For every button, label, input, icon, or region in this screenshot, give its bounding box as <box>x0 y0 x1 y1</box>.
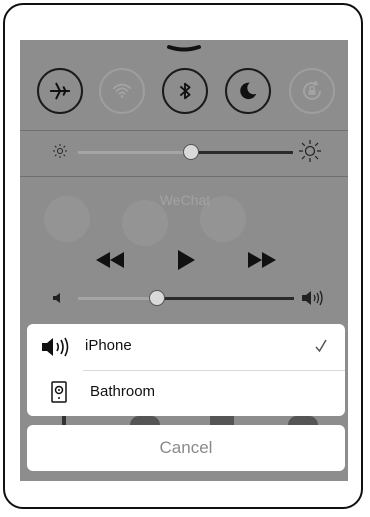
rotation-lock-icon <box>303 80 321 100</box>
bluetooth-icon <box>179 82 191 100</box>
background-ghost <box>288 416 318 425</box>
device-label: iPhone <box>85 337 132 354</box>
bluetooth-toggle[interactable] <box>162 68 208 114</box>
volume-track <box>157 297 294 300</box>
background-ghost <box>62 416 66 425</box>
wifi-toggle[interactable] <box>99 68 145 114</box>
airplay-speaker-icon <box>51 381 67 403</box>
sun-large-icon <box>299 140 321 162</box>
airplane-mode-toggle[interactable] <box>37 68 83 114</box>
now-playing-app: WeChat <box>159 192 211 208</box>
rewind-icon <box>96 252 124 268</box>
rotation-lock-toggle[interactable] <box>289 68 335 114</box>
brightness-track <box>190 151 293 154</box>
play-icon <box>178 250 195 270</box>
play-button[interactable] <box>168 248 204 272</box>
divider <box>20 176 348 177</box>
volume-track-filled <box>78 297 157 300</box>
do-not-disturb-toggle[interactable] <box>225 68 271 114</box>
device-label: Bathroom <box>90 383 156 400</box>
grabber-handle[interactable] <box>167 43 201 53</box>
speaker-high-icon <box>302 290 323 306</box>
cancel-button[interactable]: Cancel <box>27 425 345 471</box>
fast-forward-icon <box>248 252 276 268</box>
sun-small-icon <box>53 144 67 158</box>
background-ghost <box>130 416 160 425</box>
fast-forward-button[interactable] <box>244 248 280 272</box>
device-row-bathroom[interactable]: Bathroom <box>27 370 345 416</box>
rewind-button[interactable] <box>92 248 128 272</box>
speaker-icon <box>42 337 69 357</box>
background-ghost <box>210 416 234 425</box>
airplane-icon <box>49 82 71 100</box>
wifi-icon <box>112 83 132 98</box>
volume-knob[interactable] <box>149 290 165 306</box>
moon-icon <box>240 82 257 100</box>
brightness-track-filled <box>78 151 190 154</box>
airplay-device-sheet: iPhone Bathroom <box>27 324 345 416</box>
speaker-low-icon <box>53 293 60 303</box>
brightness-knob[interactable] <box>183 144 199 160</box>
device-row-iphone[interactable]: iPhone <box>27 324 345 371</box>
checkmark-icon <box>315 339 327 353</box>
divider <box>20 130 348 131</box>
